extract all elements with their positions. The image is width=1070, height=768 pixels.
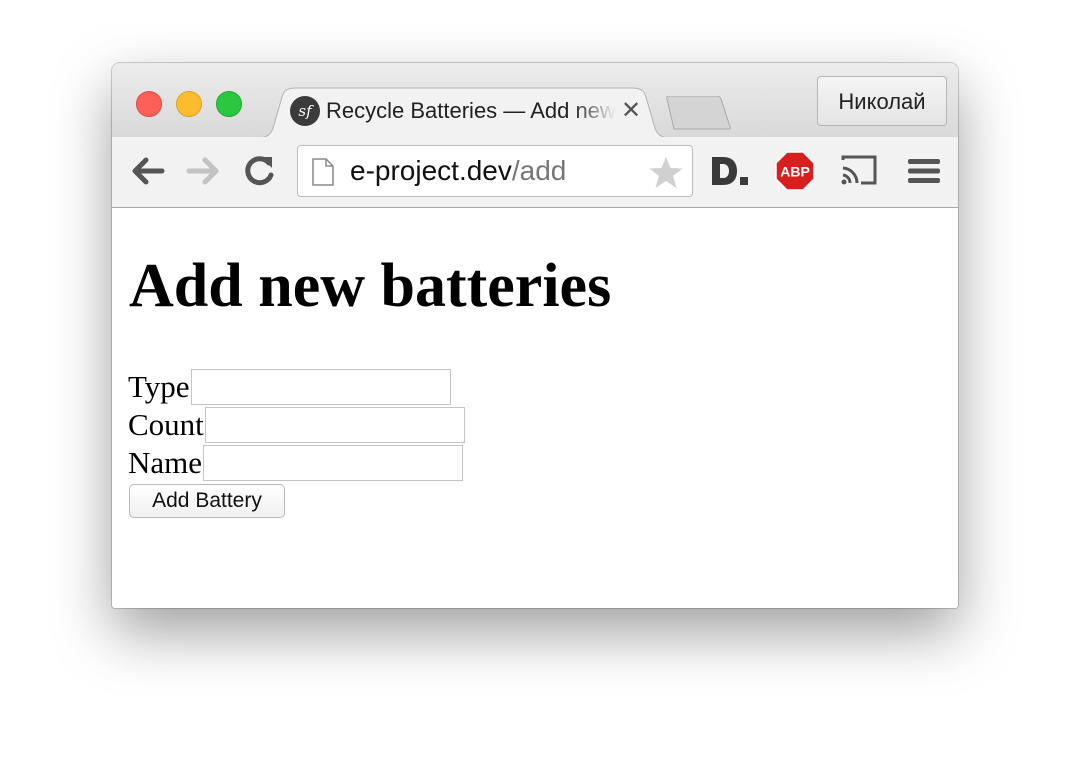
tab-close-icon[interactable]: ✕ bbox=[619, 98, 643, 124]
url-path: /add bbox=[511, 155, 567, 186]
page-icon bbox=[312, 158, 334, 186]
name-label: Name bbox=[128, 445, 203, 480]
symfony-favicon-icon: sf bbox=[290, 96, 320, 126]
cast-icon[interactable] bbox=[839, 151, 879, 191]
count-input[interactable] bbox=[204, 407, 465, 443]
bookmark-star-icon[interactable] bbox=[648, 156, 684, 190]
maximize-window-button[interactable] bbox=[216, 91, 242, 117]
form-row-type: Type bbox=[128, 368, 451, 406]
new-tab-button[interactable] bbox=[664, 96, 732, 130]
type-input[interactable] bbox=[190, 369, 451, 405]
title-bar: sf Recycle Batteries — Add new batteries… bbox=[112, 63, 958, 138]
profile-button[interactable]: Николай bbox=[817, 76, 947, 126]
menu-icon[interactable] bbox=[904, 151, 944, 191]
forward-arrow-icon[interactable] bbox=[183, 151, 223, 191]
form-row-count: Count bbox=[128, 406, 465, 444]
address-bar[interactable]: e-project.dev/add bbox=[297, 145, 693, 197]
name-input[interactable] bbox=[203, 445, 464, 481]
type-label: Type bbox=[128, 369, 190, 404]
reload-icon[interactable] bbox=[239, 151, 279, 191]
minimize-window-button[interactable] bbox=[176, 91, 202, 117]
url-text: e-project.dev/add bbox=[350, 155, 566, 187]
page-content: Add new batteries Type Count Name Add Ba… bbox=[112, 208, 958, 608]
svg-text:ABP: ABP bbox=[780, 164, 810, 180]
close-window-button[interactable] bbox=[136, 91, 162, 117]
back-arrow-icon[interactable] bbox=[128, 151, 168, 191]
url-host: e-project.dev bbox=[350, 155, 512, 186]
page-title: Add new batteries bbox=[129, 252, 612, 320]
count-label: Count bbox=[128, 407, 204, 442]
add-battery-button[interactable]: Add Battery bbox=[129, 484, 285, 518]
tab-title: Recycle Batteries — Add new batteries bbox=[326, 98, 616, 123]
browser-toolbar: e-project.dev/add ABP bbox=[112, 137, 958, 208]
d-extension-icon[interactable] bbox=[709, 151, 751, 191]
browser-window: sf Recycle Batteries — Add new batteries… bbox=[112, 63, 958, 608]
form-row-name: Name bbox=[128, 444, 464, 482]
adblock-plus-icon[interactable]: ABP bbox=[775, 151, 815, 191]
